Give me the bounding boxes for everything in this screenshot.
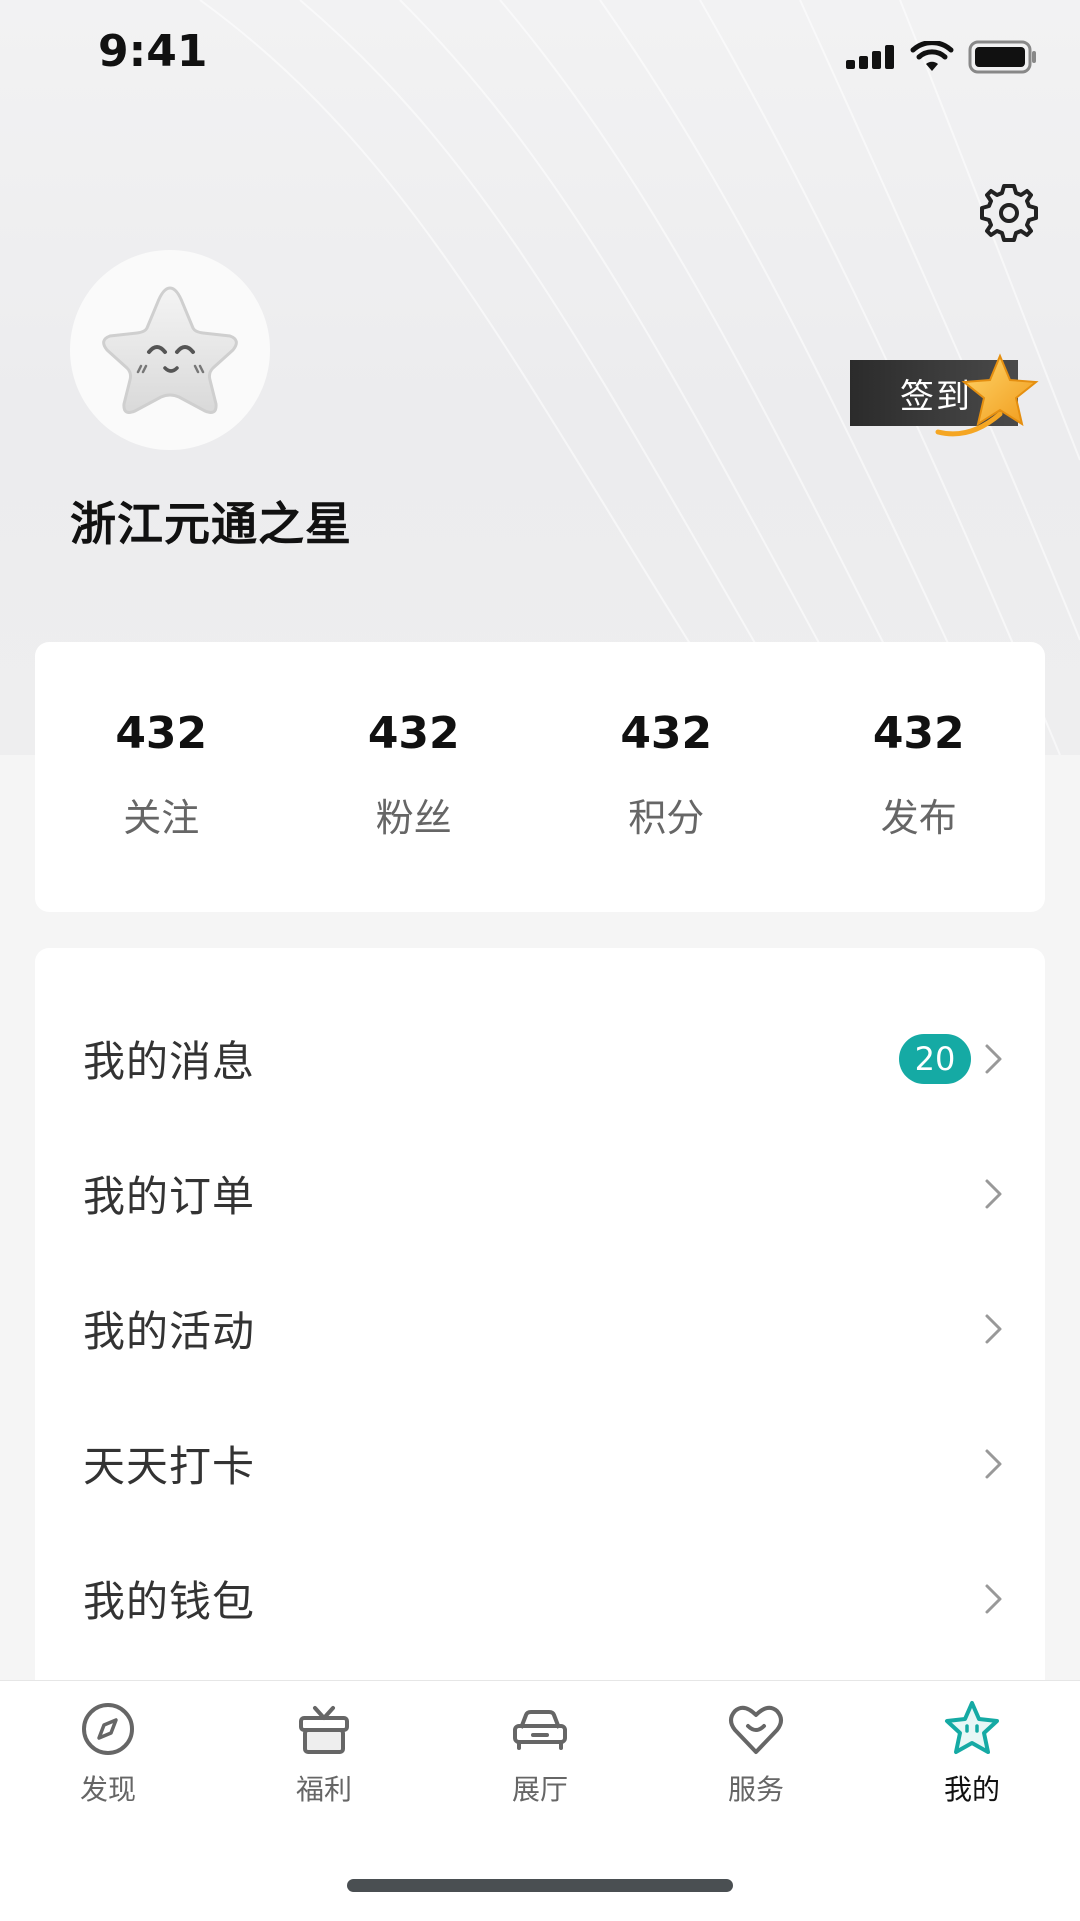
chevron-right-icon — [985, 1584, 1002, 1613]
cellular-signal-icon — [846, 45, 894, 69]
wifi-icon — [910, 41, 954, 71]
checkin-star-icon — [935, 353, 1039, 437]
chevron-right-icon — [985, 1449, 1002, 1478]
compass-icon — [82, 1703, 134, 1755]
tab-discover[interactable]: 发现 — [0, 1681, 216, 1811]
stat-following[interactable]: 432 关注 — [35, 642, 288, 912]
stat-posts[interactable]: 432 发布 — [793, 642, 1046, 912]
status-icons — [846, 32, 1038, 82]
star-face-icon — [945, 1701, 999, 1754]
stat-label: 积分 — [628, 796, 705, 840]
status-time: 9:41 — [98, 26, 208, 77]
car-icon — [513, 1710, 567, 1750]
menu-item-label: 我的活动 — [83, 1307, 256, 1356]
stats-card: 432 关注 432 粉丝 432 积分 432 发布 — [35, 642, 1045, 912]
settings-gear-icon[interactable] — [976, 180, 1042, 246]
unread-badge: 20 — [899, 1033, 971, 1084]
stat-label: 粉丝 — [375, 796, 452, 840]
tab-services[interactable]: 服务 — [648, 1681, 864, 1811]
username: 浙江元通之星 — [70, 497, 352, 551]
tab-label: 我的 — [943, 1773, 1000, 1806]
stat-followers[interactable]: 432 粉丝 — [288, 642, 541, 912]
star-mascot-icon — [102, 286, 238, 414]
tab-benefits[interactable]: 福利 — [216, 1681, 432, 1811]
tab-label: 服务 — [727, 1773, 784, 1806]
home-indicator[interactable] — [347, 1879, 733, 1892]
menu-item-orders[interactable]: 我的订单 — [35, 1126, 1045, 1261]
stat-label: 发布 — [880, 796, 957, 840]
tab-showroom[interactable]: 展厅 — [432, 1681, 648, 1811]
menu-item-label: 我的钱包 — [83, 1577, 256, 1626]
menu-item-daily-checkin[interactable]: 天天打卡 — [35, 1396, 1045, 1531]
tab-label: 展厅 — [511, 1773, 568, 1806]
stat-value: 432 — [620, 708, 713, 759]
avatar[interactable] — [70, 250, 270, 450]
menu-item-activities[interactable]: 我的活动 — [35, 1261, 1045, 1396]
chevron-right-icon — [985, 1044, 1002, 1073]
chevron-right-icon — [985, 1179, 1002, 1208]
chevron-right-icon — [985, 1314, 1002, 1343]
heart-smile-icon — [729, 1705, 783, 1754]
menu-item-wallet[interactable]: 我的钱包 — [35, 1531, 1045, 1666]
menu-item-label: 天天打卡 — [83, 1442, 256, 1491]
tab-label: 发现 — [79, 1773, 136, 1806]
tab-label: 福利 — [295, 1773, 352, 1806]
menu-item-messages[interactable]: 我的消息 20 — [35, 991, 1045, 1126]
menu-list: 我的消息 20 我的订单 我的活动 天天打卡 我的钱包 — [35, 948, 1045, 1688]
menu-item-label: 我的消息 — [83, 1037, 256, 1086]
stat-value: 432 — [367, 708, 460, 759]
gift-icon — [299, 1706, 349, 1754]
stat-value: 432 — [115, 708, 208, 759]
battery-icon — [968, 40, 1036, 74]
stat-label: 关注 — [123, 796, 200, 840]
stat-value: 432 — [872, 708, 965, 759]
tab-mine[interactable]: 我的 — [864, 1681, 1080, 1811]
menu-item-label: 我的订单 — [83, 1172, 256, 1221]
stat-points[interactable]: 432 积分 — [540, 642, 793, 912]
